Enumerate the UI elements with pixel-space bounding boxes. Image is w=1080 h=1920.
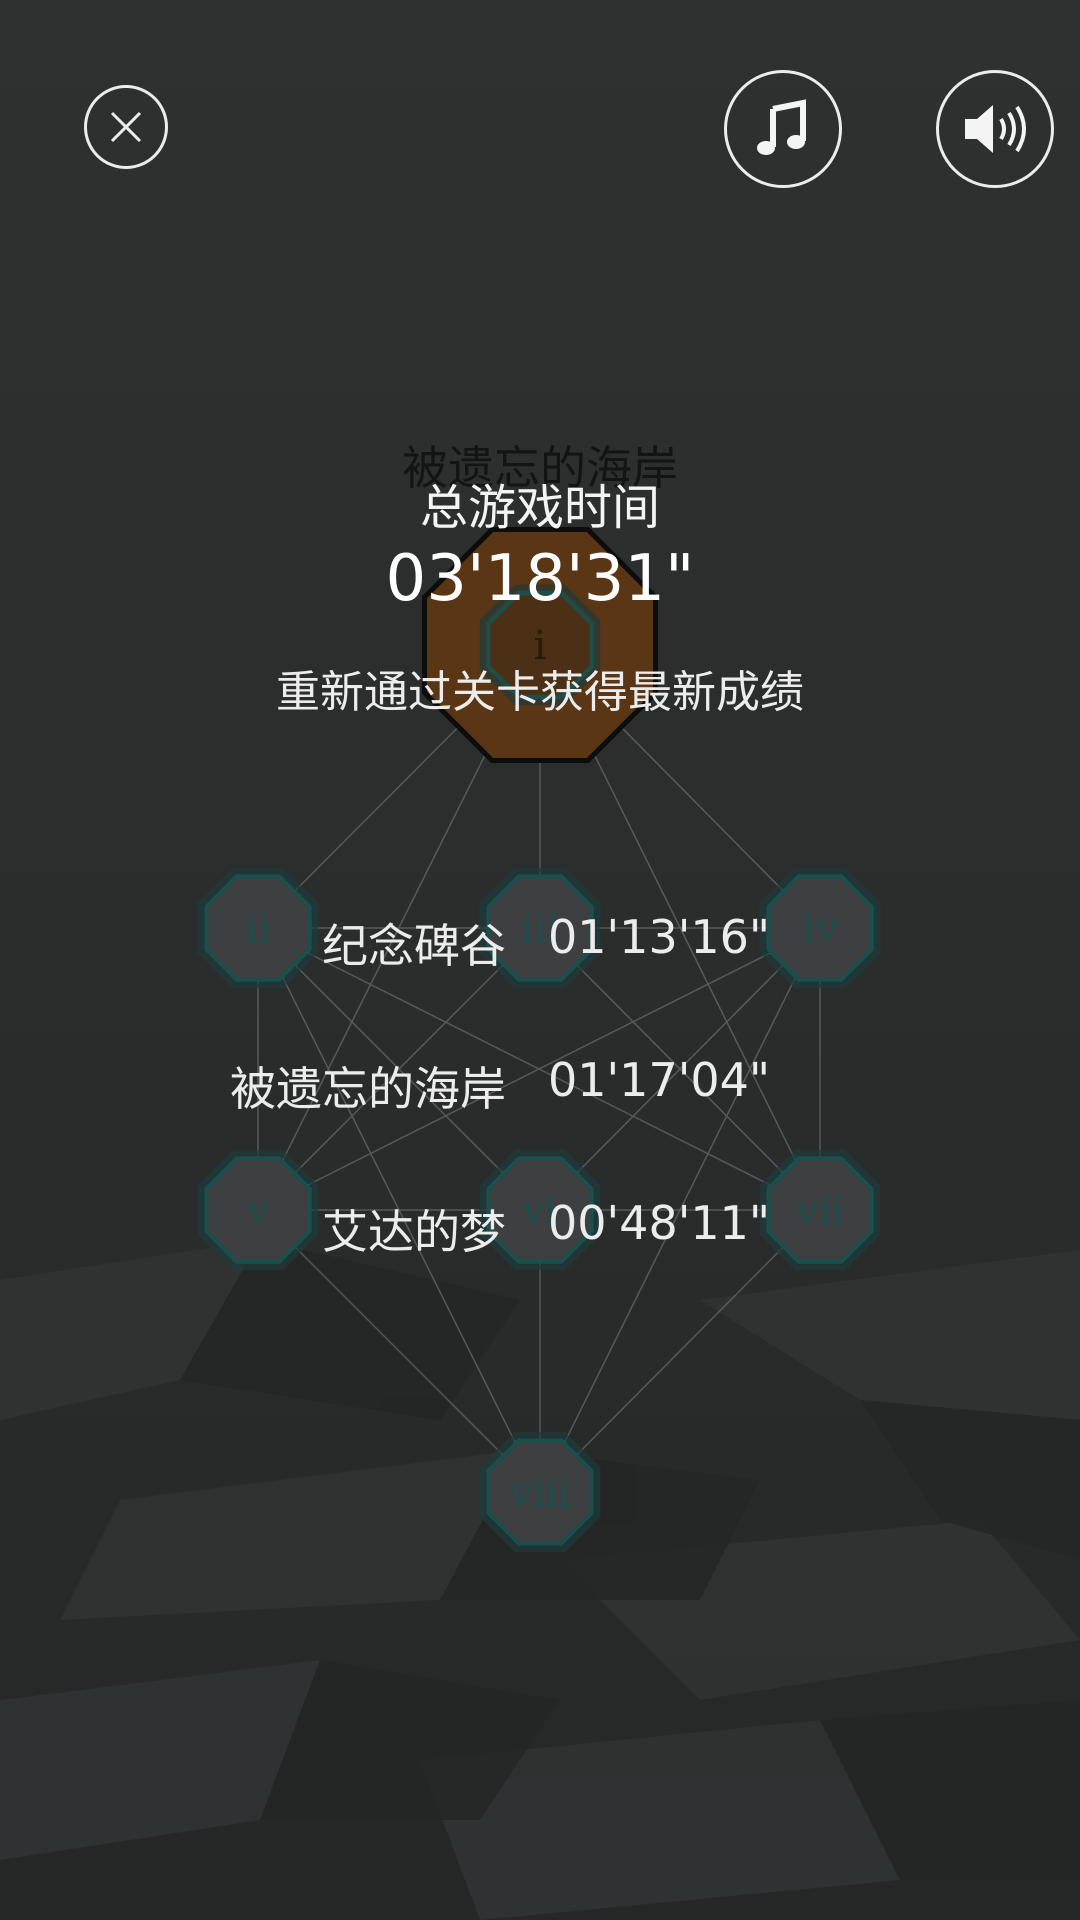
chapter-node-vii[interactable]: vii: [759, 1149, 881, 1271]
record-time: 01'13'16": [548, 910, 771, 964]
chapter-label: iv: [802, 906, 838, 952]
chapter-label: vii: [795, 1188, 844, 1234]
record-time: 00'48'11": [548, 1196, 771, 1250]
total-time-label: 总游戏时间: [419, 480, 660, 536]
chapter-node-viii[interactable]: viii: [479, 1431, 601, 1553]
close-icon: [110, 111, 142, 143]
record-name: 被遗忘的海岸: [230, 1062, 506, 1116]
replay-hint: 重新通过关卡获得最新成绩: [276, 667, 804, 718]
speaker-icon: [965, 105, 1026, 153]
sound-button[interactable]: [936, 70, 1054, 188]
chapter-node-iv[interactable]: iv: [759, 867, 881, 989]
record-name: 纪念碑谷: [322, 919, 506, 973]
record-time: 01'17'04": [548, 1053, 771, 1107]
record-name: 艾达的梦: [322, 1205, 506, 1259]
close-button[interactable]: [84, 85, 168, 169]
music-button[interactable]: [724, 70, 842, 188]
chapter-label: viii: [509, 1470, 571, 1516]
total-time-value: 03'18'31": [385, 542, 695, 616]
music-note-icon: [757, 99, 806, 155]
